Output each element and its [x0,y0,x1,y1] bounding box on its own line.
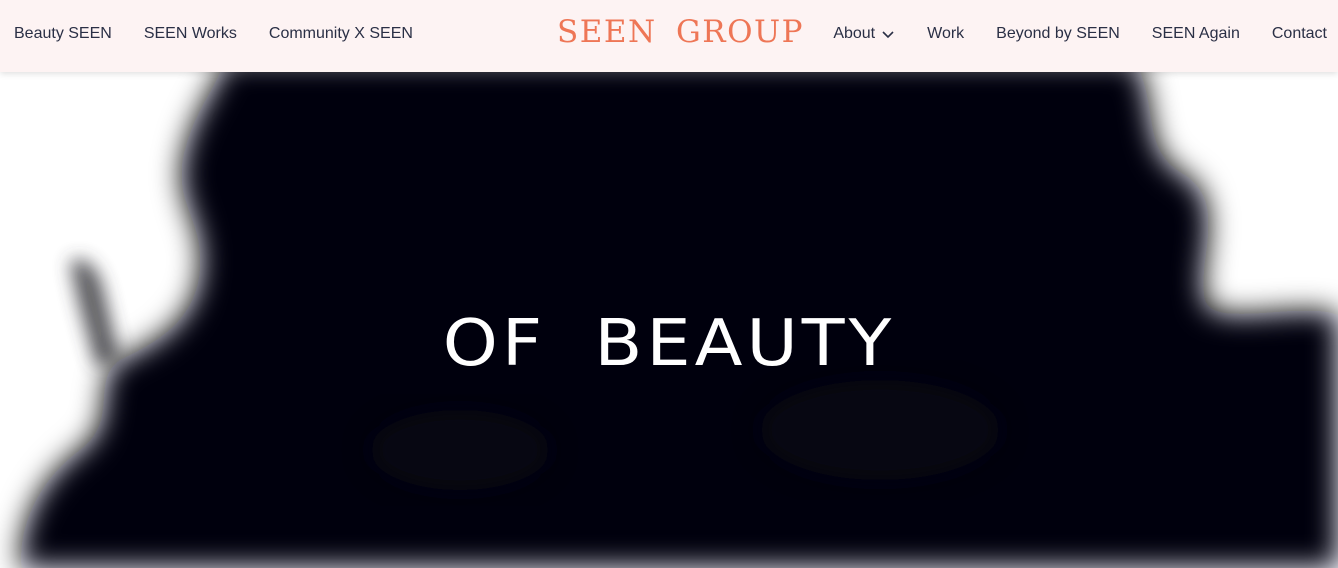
site-header: Beauty SEEN SEEN Works Community X SEEN … [0,0,1338,72]
nav-link-seen-works[interactable]: SEEN Works [144,25,237,43]
hero-silhouette-image [20,60,1338,568]
nav-link-seen-again[interactable]: SEEN Again [1152,25,1240,43]
primary-nav-right: About Work Beyond by SEEN SEEN Again Con… [833,0,1327,68]
nav-link-community-x-seen[interactable]: Community X SEEN [269,25,413,43]
nav-link-work[interactable]: Work [927,25,964,43]
nav-link-contact[interactable]: Contact [1272,25,1327,43]
nav-dropdown-about[interactable]: About [833,25,895,43]
nav-link-about-label: About [833,25,876,42]
nav-link-beyond-by-seen[interactable]: Beyond by SEEN [996,25,1120,43]
nav-link-beauty-seen[interactable]: Beauty SEEN [14,25,112,43]
primary-nav-left: Beauty SEEN SEEN Works Community X SEEN [14,0,445,68]
hero-section: OF BEAUTY [0,0,1338,568]
page: OF BEAUTY Beauty SEEN SEEN Works Communi… [0,0,1338,568]
hero-headline: OF BEAUTY [442,305,896,381]
chevron-down-icon [882,31,894,39]
site-logo[interactable]: SEEN GROUP [557,14,804,50]
